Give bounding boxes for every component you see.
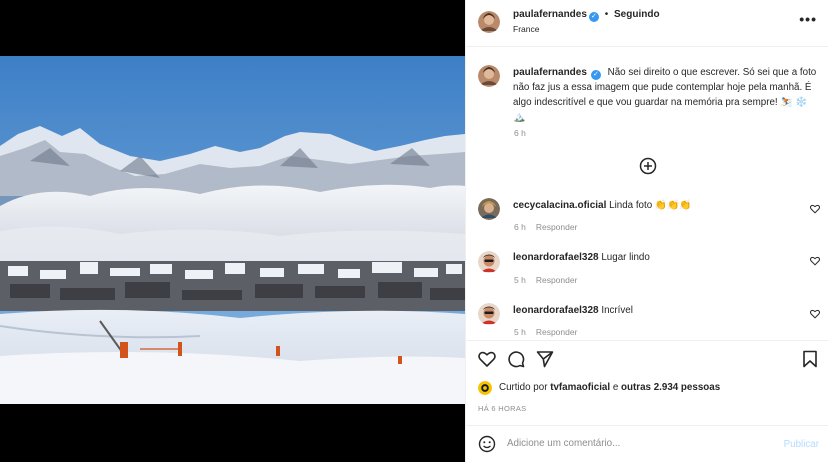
caption-author-username[interactable]: paulafernandes	[513, 67, 587, 78]
likes-count-link[interactable]: outras 2.934 pessoas	[621, 382, 720, 393]
post-location[interactable]: France	[513, 24, 539, 34]
bookmark-icon[interactable]	[801, 350, 819, 368]
verified-badge-icon: ✓	[590, 70, 601, 80]
media-pane	[0, 0, 465, 462]
post-actions-section: Curtido por tvfamaoficial e outras 2.934…	[466, 340, 828, 462]
comment-like-icon[interactable]	[810, 256, 820, 266]
author-username[interactable]: paulafernandes	[513, 9, 587, 20]
following-button[interactable]: Seguindo	[614, 9, 660, 20]
plus-circle-icon[interactable]	[639, 157, 657, 175]
verified-badge-icon: ✓	[588, 12, 599, 22]
follow-separator: •	[604, 9, 609, 20]
reply-button[interactable]: Responder	[536, 222, 578, 232]
reply-button[interactable]: Responder	[536, 275, 578, 285]
comment-text: Lugar lindo	[601, 252, 650, 263]
post-header: paulafernandes ✓ • Seguindo France •••	[466, 0, 828, 47]
comment-timestamp[interactable]: 6 h	[514, 222, 526, 232]
comment-like-icon[interactable]	[810, 204, 820, 214]
comment-item: leonardorafael328 Incrível	[513, 305, 633, 316]
likes-summary: Curtido por tvfamaoficial e outras 2.934…	[499, 382, 720, 393]
comment-timestamp[interactable]: 5 h	[514, 275, 526, 285]
liker-avatar[interactable]	[478, 381, 492, 395]
comment-meta: 5 h Responder	[514, 327, 587, 337]
comment-avatar[interactable]	[478, 303, 500, 325]
caption-timestamp[interactable]: 6 h	[514, 128, 526, 138]
comment-like-icon[interactable]	[810, 309, 820, 319]
caption-author-avatar[interactable]	[478, 65, 500, 87]
comment-item: leonardorafael328 Lugar lindo	[513, 252, 650, 263]
likes-prefix: Curtido por	[499, 382, 548, 393]
share-send-icon[interactable]	[536, 350, 554, 368]
comment-avatar[interactable]	[478, 198, 500, 220]
instagram-post-modal: paulafernandes ✓ • Seguindo France ••• pa…	[0, 0, 828, 462]
liker-username[interactable]: tvfamaoficial	[550, 382, 610, 393]
comment-meta: 6 h Responder	[514, 222, 587, 232]
comment-bubble-icon[interactable]	[507, 350, 525, 368]
comment-text: Linda foto 👏👏👏	[609, 200, 692, 211]
comment-author[interactable]: leonardorafael328	[513, 305, 599, 316]
publish-button[interactable]: Publicar	[784, 439, 819, 450]
add-comment-input[interactable]	[507, 438, 767, 449]
likes-middle: e	[612, 382, 619, 393]
post-side-panel: paulafernandes ✓ • Seguindo France ••• pa…	[465, 0, 828, 462]
reply-button[interactable]: Responder	[536, 327, 578, 337]
comment-timestamp[interactable]: 5 h	[514, 327, 526, 337]
emoji-icon[interactable]	[478, 435, 496, 453]
comment-text: Incrível	[601, 305, 633, 316]
comment-meta: 5 h Responder	[514, 275, 587, 285]
comment-avatar[interactable]	[478, 251, 500, 273]
comment-author[interactable]: cecycalacina.oficial	[513, 200, 606, 211]
add-comment-row: Publicar	[466, 425, 828, 462]
post-time-ago[interactable]: HÁ 6 HORAS	[478, 404, 526, 413]
post-photo[interactable]	[0, 56, 465, 404]
comment-author[interactable]: leonardorafael328	[513, 252, 599, 263]
heart-icon[interactable]	[478, 350, 496, 368]
more-horizontal-icon[interactable]: •••	[799, 11, 817, 27]
author-avatar[interactable]	[478, 11, 500, 33]
post-caption: paulafernandes ✓ Não sei direito o que es…	[513, 65, 818, 125]
comment-item: cecycalacina.oficial Linda foto 👏👏👏	[513, 200, 692, 211]
